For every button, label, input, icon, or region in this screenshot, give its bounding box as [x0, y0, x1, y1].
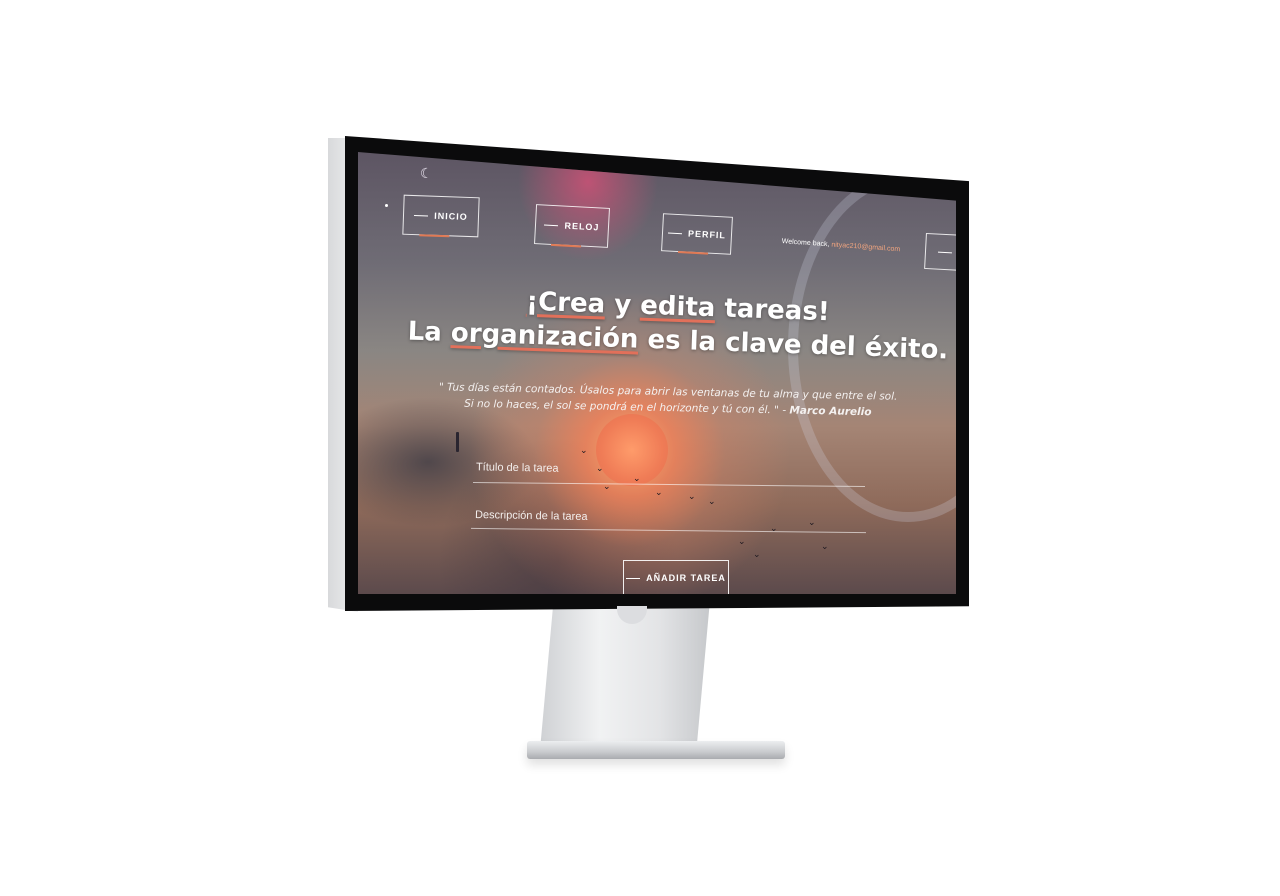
accent-underline — [677, 251, 709, 255]
bird-icon: ⌄ — [596, 464, 604, 474]
person-silhouette — [456, 432, 459, 452]
dash-icon — [626, 577, 641, 579]
bird-icon: ⌄ — [633, 474, 641, 484]
sun-glow — [596, 414, 668, 486]
accent-underline — [550, 243, 581, 248]
task-description-underline — [471, 527, 866, 534]
nav-perfil-label: PERFIL — [687, 228, 727, 241]
accent-underline — [419, 234, 450, 238]
bird-icon: ⌄ — [770, 524, 778, 534]
dash-icon — [544, 224, 559, 226]
headline-word: organización — [450, 318, 639, 355]
bird-icon: ⌄ — [688, 492, 696, 502]
star-dot — [385, 204, 388, 207]
bird-icon: ⌄ — [655, 488, 663, 498]
quote-author: Marco Aurelio — [789, 404, 872, 419]
headline-word: La — [407, 316, 443, 348]
headline-word: tareas! — [723, 293, 831, 328]
bird-icon: ⌄ — [808, 518, 816, 528]
add-task-label: AÑADIR TAREA — [646, 573, 726, 583]
dash-icon — [414, 214, 429, 217]
hero-headline: ¡Crea y edita tareas! La organización es… — [398, 286, 956, 366]
dash-icon — [667, 231, 683, 234]
nav-inicio-button[interactable]: INICIO — [402, 194, 480, 238]
bird-icon: ⌄ — [708, 497, 716, 507]
quote-line-2-text: Si no lo haces, el sol se pondrá en el h… — [464, 397, 787, 417]
headline-word: ¡Crea — [525, 286, 606, 320]
task-title-underline — [473, 481, 865, 488]
nav-reloj-button[interactable]: RELOJ — [534, 204, 610, 248]
task-description-field[interactable]: Descripción de la tarea — [475, 509, 588, 523]
dash-icon — [937, 251, 953, 253]
task-title-field[interactable]: Título de la tarea — [476, 461, 559, 474]
monitor-stand-base — [527, 741, 785, 759]
add-task-button[interactable]: AÑADIR TAREA — [623, 560, 729, 594]
headline-word: y — [613, 289, 632, 321]
nav-partial-button[interactable] — [924, 232, 956, 272]
bird-icon: ⌄ — [580, 446, 588, 456]
nav-reloj-label: RELOJ — [564, 220, 600, 233]
camera-icon — [677, 170, 689, 185]
bird-icon: ⌄ — [821, 542, 829, 552]
nav-inicio-label: INICIO — [434, 210, 468, 222]
headline-word: es la clave del éxito. — [646, 324, 949, 366]
bird-icon: ⌄ — [753, 550, 761, 560]
headline-word: edita — [639, 290, 716, 324]
moon-icon: ☾ — [420, 166, 433, 182]
nav-perfil-button[interactable]: PERFIL — [661, 213, 733, 255]
bird-icon: ⌄ — [738, 537, 746, 547]
screen: ☾ ⌄ ⌄ ⌄ ⌄ ⌄ ⌄ ⌄ ⌄ ⌄ ⌄ ⌄ ⌄ INICIO RELOJ P… — [358, 152, 956, 594]
